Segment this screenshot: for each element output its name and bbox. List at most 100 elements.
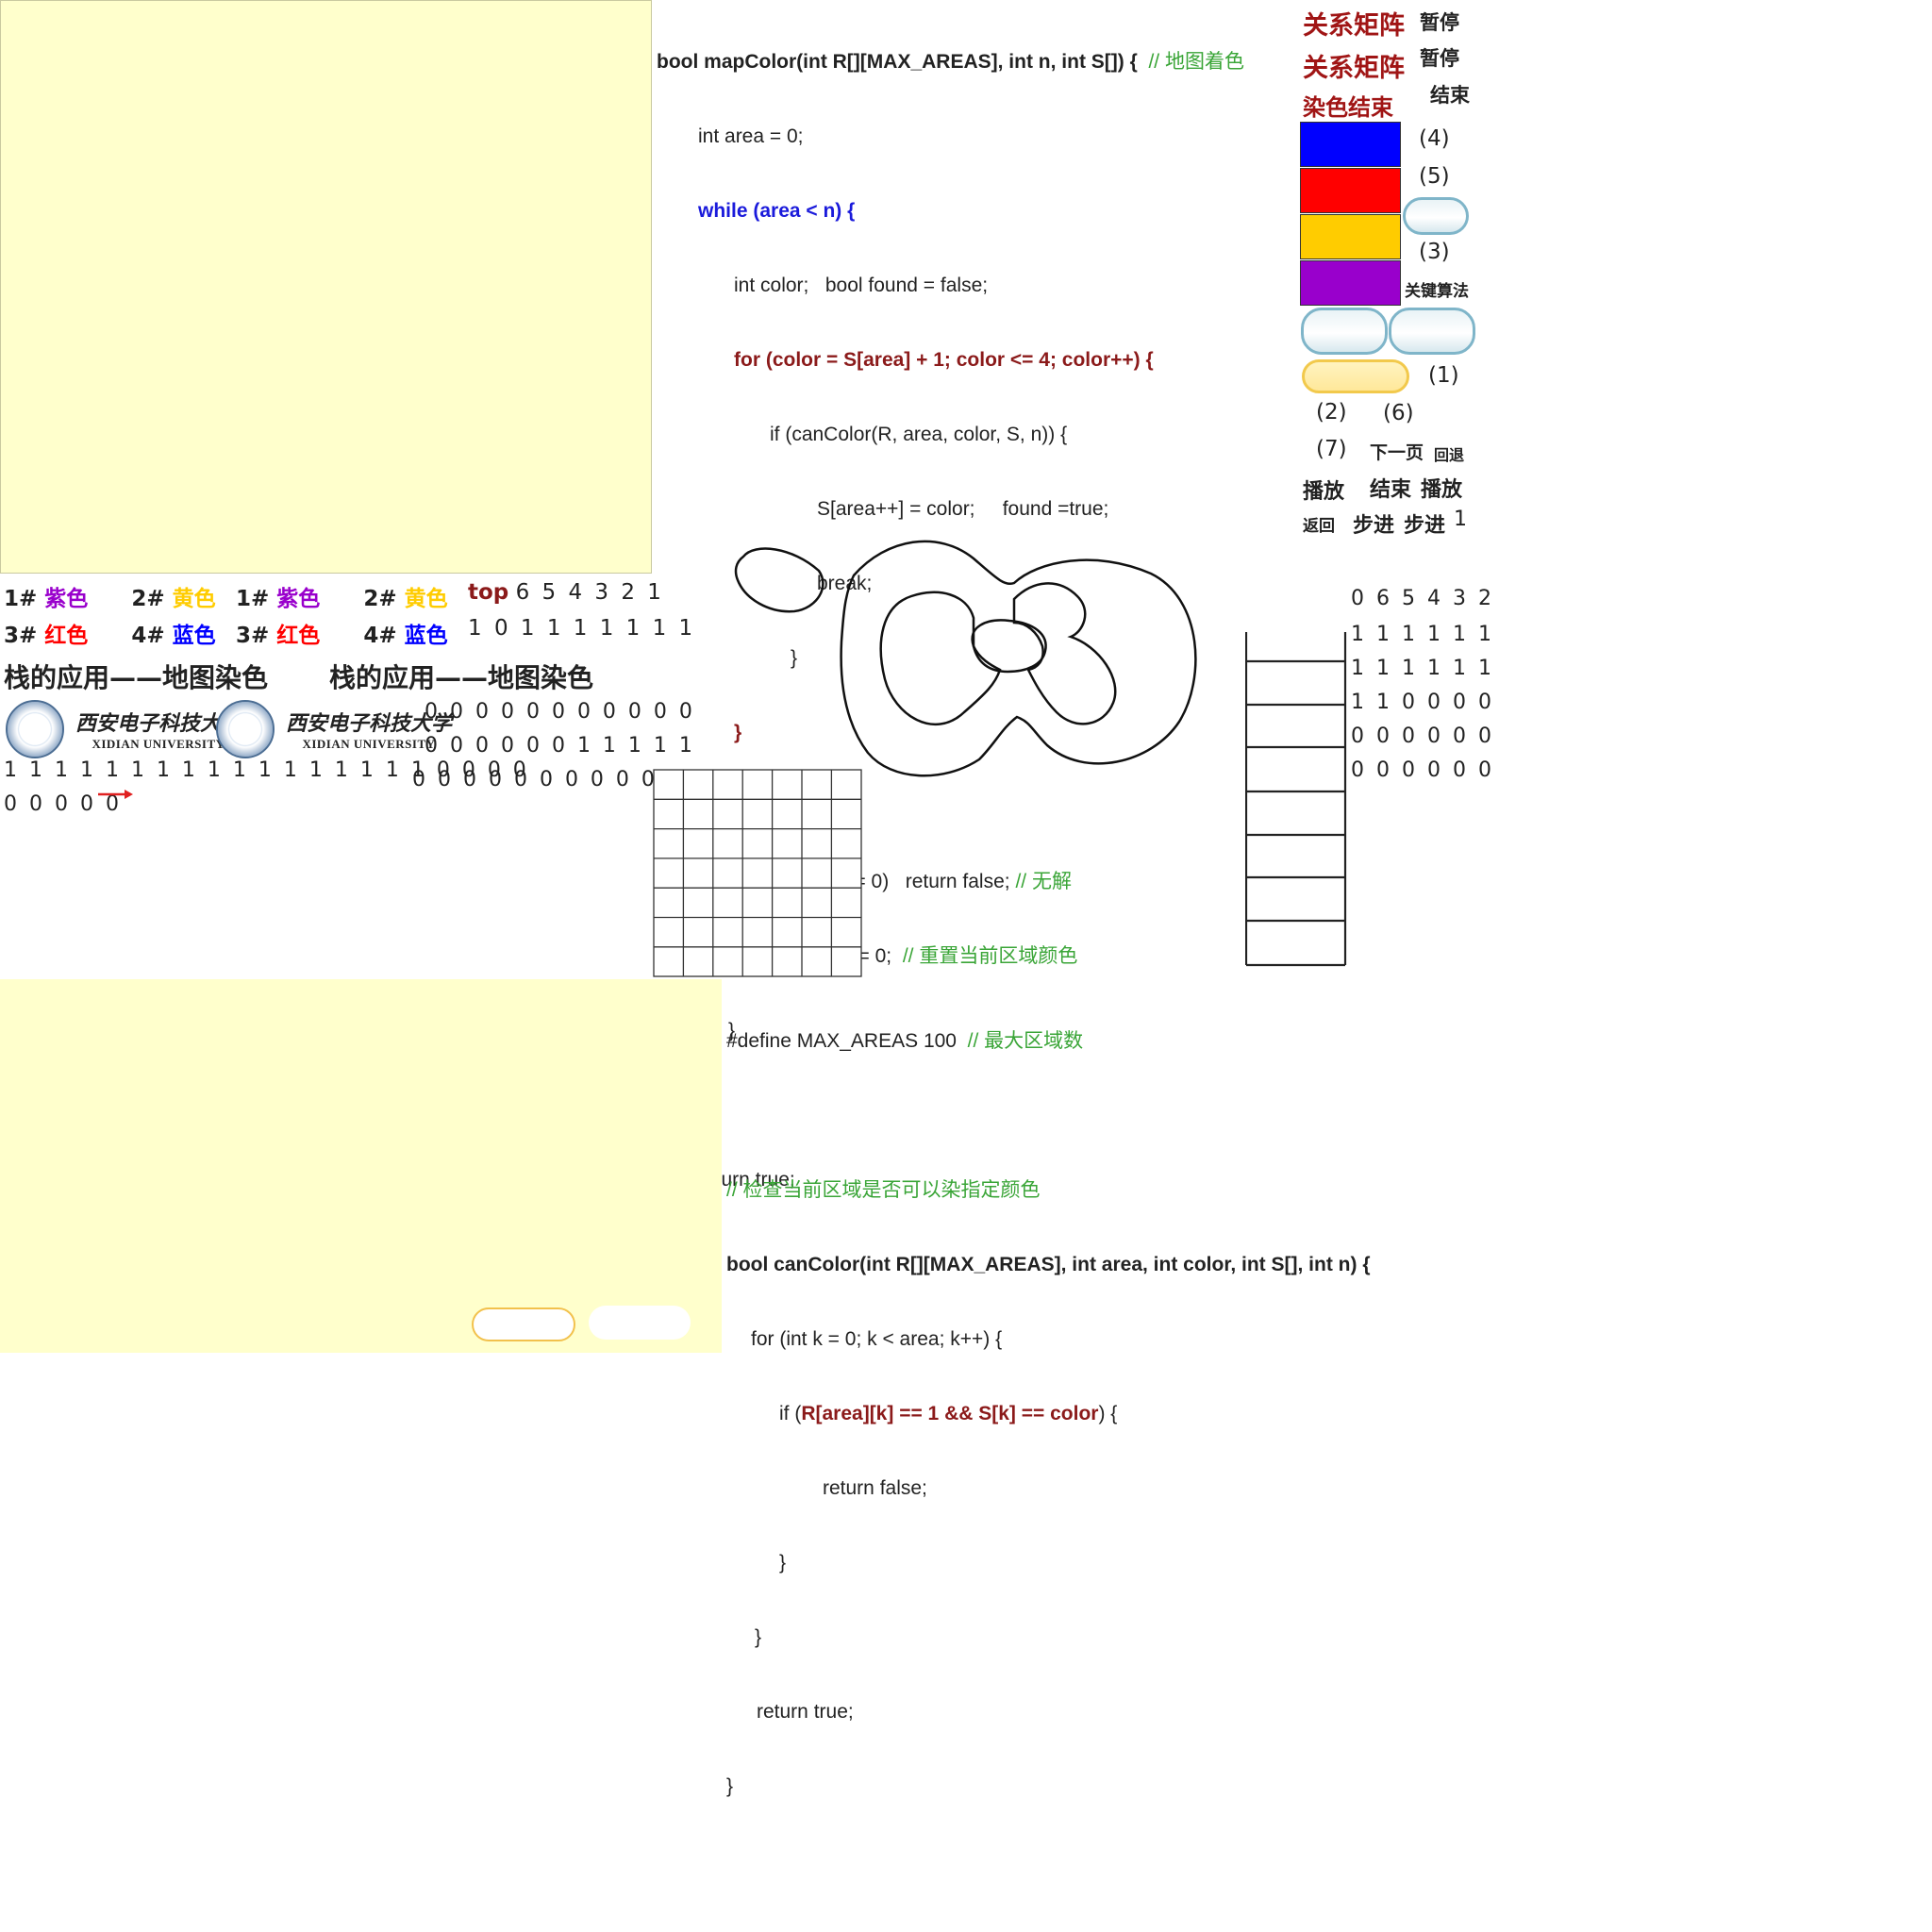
matrix-row-2: 1 1 1 1 1 1 bbox=[1351, 657, 1494, 680]
stack-top-row: top 6 5 4 3 2 1 bbox=[468, 580, 664, 605]
matrix-row-3: 1 1 0 0 0 0 bbox=[1351, 691, 1494, 714]
code-line-1: bool mapColor(int R[][MAX_AREAS], int n,… bbox=[657, 51, 1138, 73]
label-2: (2) bbox=[1316, 400, 1347, 425]
pause-button-1[interactable]: 暂停 bbox=[1420, 8, 1459, 36]
code2-line-9: return true; bbox=[757, 1701, 854, 1723]
university-name-en: XIDIAN UNIVERSITY bbox=[92, 737, 225, 751]
label-5: (5) bbox=[1419, 164, 1450, 189]
step-count: 1 bbox=[1454, 508, 1467, 531]
code2-line-8: } bbox=[755, 1626, 762, 1648]
legend-color-name: 紫色 bbox=[44, 587, 89, 611]
gold-button[interactable] bbox=[1302, 359, 1409, 393]
legend-group-1-row-1: 1# 紫色 2# 黄色 bbox=[4, 580, 216, 612]
end-button-2[interactable]: 结束 bbox=[1370, 473, 1411, 503]
legend-num: 3# bbox=[236, 624, 270, 648]
swatch-purple[interactable] bbox=[1300, 260, 1401, 306]
return-button[interactable]: 返回 bbox=[1303, 512, 1335, 536]
code2-comment-1: // 最大区域数 bbox=[967, 1030, 1084, 1052]
glass-button-left[interactable] bbox=[1301, 308, 1388, 355]
code2-line-10: } bbox=[726, 1775, 734, 1797]
glass-button-right[interactable] bbox=[1389, 308, 1475, 355]
code2-comment-2: // 检查当前区域是否可以染指定颜色 bbox=[726, 1179, 1041, 1201]
legend-color-name: 蓝色 bbox=[172, 624, 216, 648]
university-seal-icon bbox=[216, 700, 275, 758]
map-region-center bbox=[971, 619, 1047, 674]
stack-bottom-row: 1 0 1 1 1 1 1 1 1 bbox=[468, 616, 696, 641]
map-region-right-petal bbox=[1012, 582, 1117, 725]
code-comment-13: // 重置当前区域颜色 bbox=[902, 945, 1078, 967]
university-seal-icon bbox=[6, 700, 64, 758]
legend-num: 2# bbox=[131, 587, 165, 611]
code-comment-12: // 无解 bbox=[1015, 871, 1072, 892]
university-logo-2: 西安电子科技大学 XIDIAN UNIVERSITY bbox=[216, 700, 452, 758]
legend-color-name: 红色 bbox=[44, 624, 89, 648]
label-1: (1) bbox=[1428, 363, 1459, 388]
code2-line-3: bool canColor(int R[][MAX_AREAS], int ar… bbox=[726, 1254, 1371, 1275]
matrix-row-1: 1 1 1 1 1 1 bbox=[1351, 623, 1494, 646]
glass-button-small[interactable] bbox=[1403, 197, 1469, 235]
red-arrow-icon bbox=[98, 790, 133, 799]
legend-num: 1# bbox=[236, 587, 270, 611]
can-color-code: #define MAX_AREAS 100 // 最大区域数 // 检查当前区域… bbox=[726, 981, 1371, 1824]
page-title-1: 栈的应用——地图染色 bbox=[4, 662, 269, 693]
key-algorithm-button[interactable]: 关键算法 bbox=[1405, 277, 1469, 301]
number-row-1: 0 0 0 0 0 0 0 0 0 0 0 bbox=[425, 700, 695, 724]
legend-num: 2# bbox=[363, 587, 397, 611]
legend-num: 4# bbox=[131, 624, 165, 648]
matrix-row-4: 0 0 0 0 0 0 bbox=[1351, 724, 1494, 748]
swatch-blue[interactable] bbox=[1300, 122, 1401, 167]
step-button-2[interactable]: 步进 bbox=[1404, 508, 1445, 539]
code2-line-5c: ) { bbox=[1098, 1403, 1118, 1424]
legend-color-name: 蓝色 bbox=[404, 624, 448, 648]
top-row-values: 6 5 4 3 2 1 bbox=[515, 580, 664, 605]
coloring-done-button[interactable]: 染色结束 bbox=[1303, 89, 1393, 122]
code-line-4: int color; bool found = false; bbox=[734, 275, 989, 296]
code-line-5: for (color = S[area] + 1; color <= 4; co… bbox=[734, 349, 1154, 371]
code2-line-7: } bbox=[779, 1552, 787, 1574]
play-button-2[interactable]: 播放 bbox=[1421, 473, 1462, 503]
university-logo-1: 西安电子科技大学 XIDIAN UNIVERSITY bbox=[6, 700, 242, 758]
map-region-outer bbox=[840, 540, 1197, 777]
relation-matrix-button-2[interactable]: 关系矩阵 bbox=[1303, 47, 1405, 84]
code-line-3: while (area < n) { bbox=[698, 200, 856, 222]
stack-container bbox=[1245, 632, 1347, 967]
legend-num: 3# bbox=[4, 624, 38, 648]
legend-group-2-row-2: 3# 红色 4# 蓝色 bbox=[236, 617, 448, 649]
map-region-left-petal bbox=[879, 591, 1002, 725]
page-title-2: 栈的应用——地图染色 bbox=[329, 662, 594, 693]
label-4: (4) bbox=[1419, 126, 1450, 151]
grid-table bbox=[653, 769, 862, 977]
next-page-button[interactable]: 下一页 bbox=[1370, 439, 1424, 464]
white-button[interactable] bbox=[589, 1306, 691, 1340]
code2-line-5a: if ( bbox=[779, 1403, 802, 1424]
label-7: (7) bbox=[1316, 437, 1347, 461]
map-diagram bbox=[734, 540, 1197, 777]
animation-panel-bottom bbox=[0, 979, 722, 1353]
step-button-1[interactable]: 步进 bbox=[1353, 508, 1394, 539]
legend-color-name: 黄色 bbox=[172, 587, 216, 611]
code2-line-5b: R[area][k] == 1 && S[k] == color bbox=[801, 1403, 1099, 1424]
legend-num: 1# bbox=[4, 587, 38, 611]
play-button-1[interactable]: 播放 bbox=[1303, 475, 1344, 505]
matrix-header: 0 6 5 4 3 2 bbox=[1351, 587, 1494, 610]
gold-outline-button[interactable] bbox=[472, 1307, 575, 1341]
legend-group-2-row-1: 1# 紫色 2# 黄色 bbox=[236, 580, 448, 612]
code-line-2: int area = 0; bbox=[698, 125, 804, 147]
back-small-button[interactable]: 回退 bbox=[1434, 442, 1464, 465]
legend-group-1-row-2: 3# 红色 4# 蓝色 bbox=[4, 617, 216, 649]
legend-color-name: 黄色 bbox=[404, 587, 448, 611]
label-3: (3) bbox=[1419, 240, 1450, 264]
code-line-6: if (canColor(R, area, color, S, n)) { bbox=[770, 424, 1068, 445]
code2-line-6: return false; bbox=[823, 1477, 927, 1499]
legend-color-name: 紫色 bbox=[276, 587, 321, 611]
relation-matrix-button-1[interactable]: 关系矩阵 bbox=[1303, 5, 1405, 42]
code2-line-4: for (int k = 0; k < area; k++) { bbox=[751, 1328, 1003, 1350]
legend-num: 4# bbox=[363, 624, 397, 648]
end-button-1[interactable]: 结束 bbox=[1430, 80, 1470, 108]
pause-button-2[interactable]: 暂停 bbox=[1420, 43, 1459, 72]
animation-panel-top bbox=[0, 0, 652, 574]
matrix-row-5: 0 0 0 0 0 0 bbox=[1351, 758, 1494, 782]
swatch-yellow[interactable] bbox=[1300, 214, 1401, 259]
swatch-red[interactable] bbox=[1300, 168, 1401, 213]
university-name-en: XIDIAN UNIVERSITY bbox=[302, 737, 436, 751]
